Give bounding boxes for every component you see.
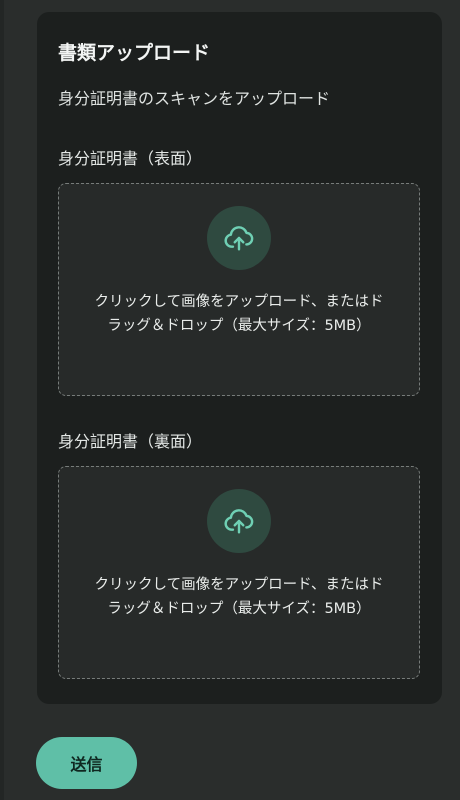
card-title: 書類アップロード (58, 42, 211, 64)
document-upload-card: 書類アップロード 身分証明書のスキャンをアップロード 身分証明書（表面） クリッ… (37, 12, 442, 704)
id-back-dropzone[interactable]: クリックして画像をアップロード、またはドラッグ＆ドロップ（最大サイズ：5MB） (58, 466, 420, 679)
upload-icon-circle (207, 206, 271, 270)
page: 書類アップロード 身分証明書のスキャンをアップロード 身分証明書（表面） クリッ… (0, 0, 460, 800)
id-back-instruction: クリックして画像をアップロード、またはドラッグ＆ドロップ（最大サイズ：5MB） (94, 577, 384, 617)
id-front-label: 身分証明書（表面） (58, 149, 203, 168)
upload-icon-circle (207, 489, 271, 553)
cloud-upload-icon (224, 226, 254, 251)
submit-button[interactable]: 送信 (36, 737, 137, 789)
id-front-dropzone[interactable]: クリックして画像をアップロード、またはドラッグ＆ドロップ（最大サイズ：5MB） (58, 183, 420, 396)
id-back-label: 身分証明書（裏面） (58, 432, 203, 451)
card-subtitle: 身分証明書のスキャンをアップロード (58, 89, 331, 108)
id-front-instruction: クリックして画像をアップロード、またはドラッグ＆ドロップ（最大サイズ：5MB） (94, 294, 384, 334)
cloud-upload-icon (224, 509, 254, 534)
left-edge-divider (0, 0, 4, 800)
